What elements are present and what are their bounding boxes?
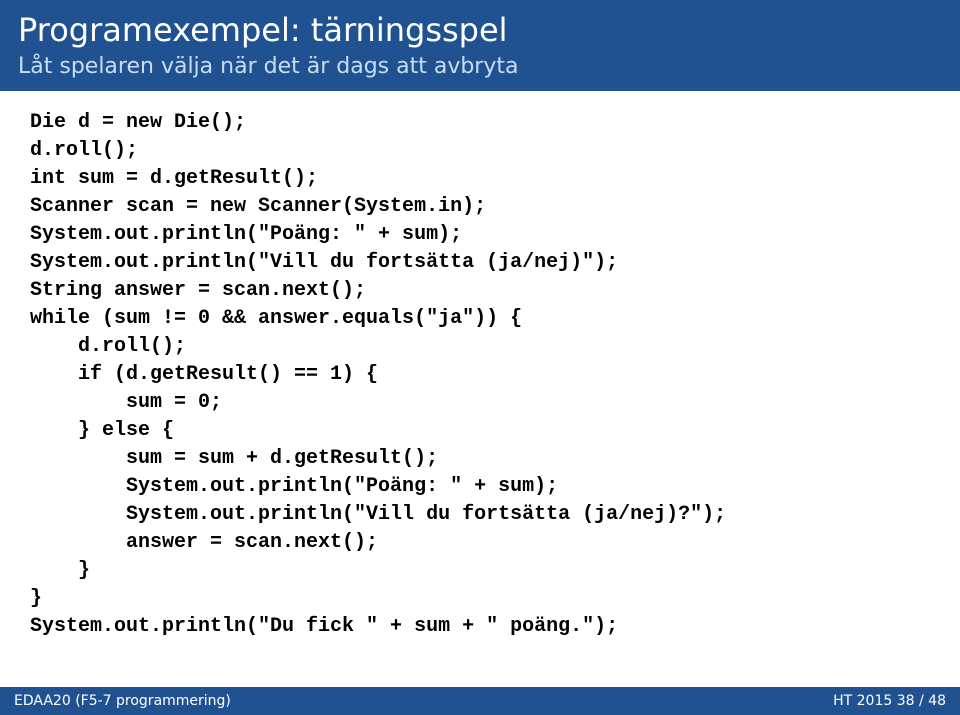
footer-page: HT 2015 38 / 48 [833, 693, 946, 709]
slide-header: Programexempel: tärningsspel Låt spelare… [0, 0, 960, 91]
footer-course: EDAA20 (F5-7 programmering) [14, 693, 231, 709]
code-block: Die d = new Die(); d.roll(); int sum = d… [30, 109, 930, 641]
slide-footer: EDAA20 (F5-7 programmering) HT 2015 38 /… [0, 687, 960, 715]
slide-subtitle: Låt spelaren välja när det är dags att a… [18, 54, 942, 79]
slide-content: Die d = new Die(); d.roll(); int sum = d… [0, 91, 960, 641]
slide-title: Programexempel: tärningsspel [18, 10, 942, 52]
